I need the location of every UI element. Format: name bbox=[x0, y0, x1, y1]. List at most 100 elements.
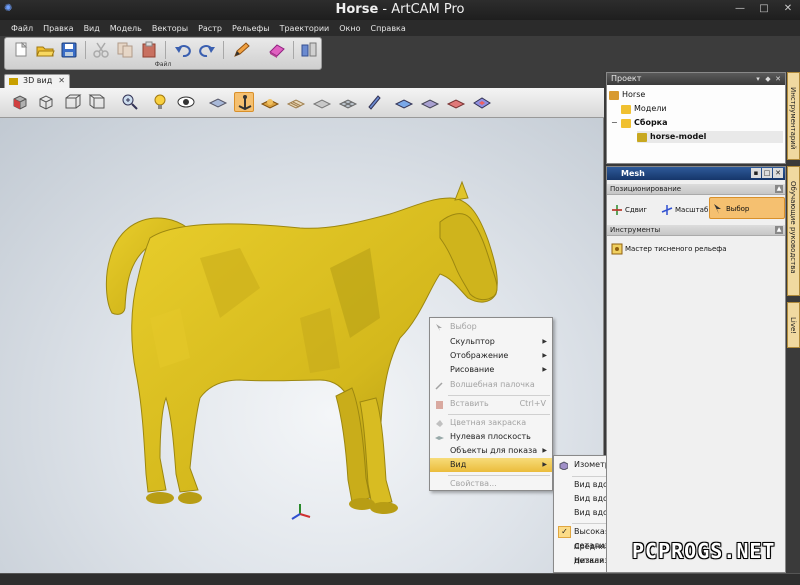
menu-model[interactable]: Модель bbox=[105, 24, 147, 33]
tools-button[interactable] bbox=[299, 41, 319, 59]
paint-button[interactable] bbox=[364, 92, 384, 112]
move-button[interactable]: Сдвиг bbox=[609, 199, 647, 221]
menu-reliefs[interactable]: Рельефы bbox=[227, 24, 275, 33]
tree-item-assembly-label: Сборка bbox=[634, 118, 668, 127]
relief-shading-button[interactable] bbox=[260, 92, 280, 112]
open-folder-icon bbox=[36, 46, 55, 57]
ctx-item-objects-to-show-label: Объекты для показа bbox=[450, 446, 538, 455]
view-solid-cube-button[interactable] bbox=[10, 92, 30, 112]
axis-anchor-icon bbox=[238, 95, 252, 111]
wizard-icon bbox=[611, 243, 623, 255]
cut-button[interactable] bbox=[91, 41, 111, 59]
ctx-item-magic-wand[interactable]: Волшебная палочка bbox=[430, 378, 552, 392]
ctx-item-display-label: Отображение bbox=[450, 351, 509, 360]
menu-edit[interactable]: Правка bbox=[38, 24, 78, 33]
menu-view[interactable]: Вид bbox=[79, 24, 105, 33]
positioning-section-header[interactable]: Позиционирование ▲ bbox=[607, 184, 785, 195]
ctx-item-zero-plane[interactable]: Нулевая плоскость bbox=[430, 430, 552, 444]
tools-section-header[interactable]: Инструменты ▲ bbox=[607, 225, 785, 236]
side-tab-live[interactable]: Live! bbox=[787, 302, 800, 348]
ctx-paste-shortcut: Ctrl+V bbox=[519, 399, 546, 408]
undo-button[interactable] bbox=[173, 41, 193, 59]
pattern-button[interactable] bbox=[286, 92, 306, 112]
tab-3d-view[interactable]: 3D вид ✕ bbox=[4, 74, 70, 88]
toolbar-separator bbox=[85, 41, 86, 59]
panel-header-buttons: ▾ ◆ ✕ bbox=[753, 74, 783, 84]
select-cursor-icon bbox=[714, 204, 721, 214]
pin-icon[interactable]: ▾ bbox=[753, 74, 763, 84]
view-box-side-button[interactable] bbox=[88, 92, 108, 112]
select-objects-button[interactable]: Выбор объектов bbox=[709, 197, 785, 235]
axis-gizmo-icon bbox=[291, 504, 311, 520]
menu-bitmap[interactable]: Растр bbox=[193, 24, 227, 33]
zoom-button[interactable] bbox=[120, 92, 140, 112]
ctx-item-sculptor[interactable]: Скульптор ▶ bbox=[430, 335, 552, 349]
paste-button[interactable] bbox=[139, 41, 159, 59]
tree-item-horse[interactable]: Horse bbox=[609, 89, 645, 101]
paste-clipboard-icon bbox=[436, 401, 443, 409]
menu-vectors[interactable]: Векторы bbox=[147, 24, 193, 33]
view-box-front-button[interactable] bbox=[62, 92, 82, 112]
ctx-item-color-fill[interactable]: Цветная закраска bbox=[430, 416, 552, 430]
purple-plane-button[interactable] bbox=[420, 92, 440, 112]
menu-window[interactable]: Окно bbox=[334, 24, 365, 33]
close-panel-icon[interactable]: ✕ bbox=[773, 74, 783, 84]
pin-icon[interactable]: ▪ bbox=[751, 168, 761, 178]
minimize-button[interactable]: — bbox=[728, 0, 752, 18]
tree-item-horse-model[interactable]: horse-model bbox=[637, 131, 783, 143]
diamond-plane-button[interactable] bbox=[472, 92, 492, 112]
view-wire-cube-button[interactable] bbox=[36, 92, 56, 112]
tree-item-assembly[interactable]: − Сборка bbox=[611, 117, 668, 129]
ctx-item-paste[interactable]: Вставить Ctrl+V bbox=[430, 397, 552, 411]
ctx-item-drawing[interactable]: Рисование ▶ bbox=[430, 363, 552, 377]
tree-item-models[interactable]: Модели bbox=[621, 103, 667, 115]
toolbar-separator bbox=[293, 41, 294, 59]
project-panel-header: Проект ▾ ◆ ✕ bbox=[607, 73, 785, 85]
wire-cube-icon bbox=[39, 95, 53, 110]
plane-view-button[interactable] bbox=[208, 92, 228, 112]
open-file-button[interactable] bbox=[35, 41, 55, 59]
maximize-panel-icon[interactable]: □ bbox=[762, 168, 772, 178]
mesh-plane-button[interactable] bbox=[338, 92, 358, 112]
draw-button[interactable] bbox=[231, 41, 251, 59]
project-panel-title: Проект bbox=[611, 74, 642, 83]
box-front-icon bbox=[65, 94, 82, 109]
menu-help[interactable]: Справка bbox=[366, 24, 411, 33]
eraser-button[interactable] bbox=[267, 41, 287, 59]
close-tab-icon[interactable]: ✕ bbox=[58, 75, 65, 87]
light-button[interactable] bbox=[150, 92, 170, 112]
red-plane-icon bbox=[446, 99, 466, 109]
menu-toolpaths[interactable]: Траектории bbox=[275, 24, 335, 33]
redo-button[interactable] bbox=[197, 41, 217, 59]
menu-file[interactable]: Файл bbox=[6, 24, 38, 33]
copy-button[interactable] bbox=[115, 41, 135, 59]
collapse-icon[interactable]: ▲ bbox=[775, 226, 783, 234]
new-file-button[interactable] bbox=[11, 41, 31, 59]
red-plane-button[interactable] bbox=[446, 92, 466, 112]
axis-view-button[interactable] bbox=[234, 92, 254, 112]
tree-expander-icon[interactable]: − bbox=[611, 117, 619, 129]
ctx-item-properties[interactable]: Свойства... bbox=[430, 477, 552, 491]
submenu-arrow-icon: ▶ bbox=[542, 447, 547, 454]
ctx-item-display[interactable]: Отображение ▶ bbox=[430, 349, 552, 363]
ctx-item-view[interactable]: Вид ▶ bbox=[430, 458, 552, 472]
ctx-item-objects-to-show[interactable]: Объекты для показа ▶ bbox=[430, 444, 552, 458]
close-panel-icon[interactable]: ✕ bbox=[773, 168, 783, 178]
close-window-button[interactable]: ✕ bbox=[776, 0, 800, 18]
bitmap-plane-button[interactable] bbox=[312, 92, 332, 112]
embossed-relief-wizard-label: Мастер тисненого рельефа bbox=[625, 245, 727, 253]
scale-button[interactable]: Масштаб bbox=[659, 199, 708, 221]
collapse-icon[interactable]: ▲ bbox=[775, 185, 783, 193]
blue-plane-button[interactable] bbox=[394, 92, 414, 112]
color-fill-icon bbox=[436, 420, 443, 427]
side-tab-strip: Инструментарий Обучающие руководства Liv… bbox=[787, 72, 800, 573]
save-button[interactable] bbox=[59, 41, 79, 59]
visibility-button[interactable] bbox=[176, 92, 196, 112]
tree-item-models-label: Модели bbox=[634, 104, 667, 113]
side-tab-tutorials[interactable]: Обучающие руководства bbox=[787, 166, 800, 296]
embossed-relief-wizard-button[interactable]: Мастер тисненого рельефа bbox=[609, 238, 727, 260]
maximize-button[interactable]: □ bbox=[752, 0, 776, 18]
side-tab-toolbox[interactable]: Инструментарий bbox=[787, 72, 800, 160]
dock-icon[interactable]: ◆ bbox=[763, 74, 773, 84]
ctx-item-select[interactable]: Выбор bbox=[430, 320, 552, 334]
